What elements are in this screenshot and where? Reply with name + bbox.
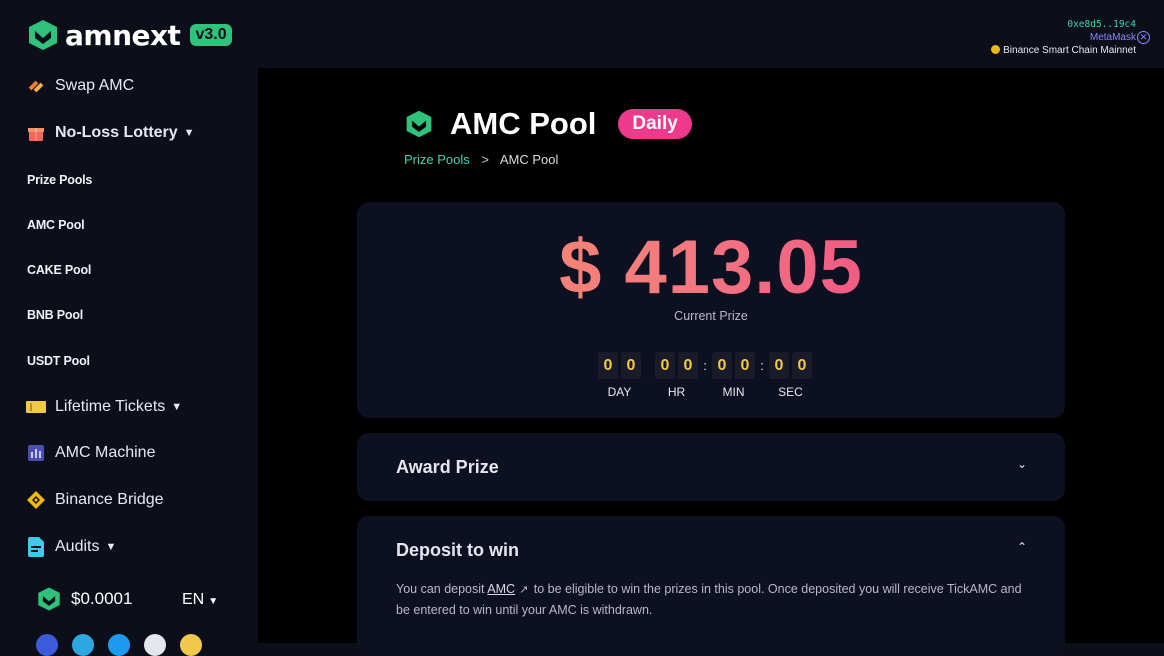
version-badge: v3.0 [190, 24, 232, 46]
countdown-spacer [641, 352, 655, 399]
pool-header: AMC Pool Daily [404, 106, 692, 142]
language-select[interactable]: EN ▼ [182, 591, 218, 609]
sidebar-sub-prize-pools[interactable]: Prize Pools [27, 173, 92, 187]
brand-name: amnext [65, 18, 181, 52]
countdown-label: SEC [778, 385, 803, 399]
amc-token-link[interactable]: AMC [487, 582, 515, 596]
amc-pool-icon [406, 110, 432, 138]
network-label: Binance Smart Chain Mainnet [991, 44, 1136, 57]
chevron-down-icon: ▼ [183, 127, 195, 139]
countdown-digit: 0 [735, 352, 755, 379]
award-prize-accordion[interactable]: Award Prize ⌄ [357, 433, 1065, 501]
sidebar-item-label: Audits [55, 538, 100, 555]
wallet-info[interactable]: 0xe8d5..19c4 MetaMask Binance Smart Chai… [991, 18, 1136, 57]
deposit-text-start: You can deposit [396, 582, 488, 596]
deposit-accordion[interactable]: Deposit to win ⌃ You can deposit AMC ↗ to… [357, 516, 1065, 656]
sidebar-sub-cake-pool[interactable]: CAKE Pool [27, 263, 91, 277]
chart-bars-icon [26, 443, 46, 463]
countdown-digit: 0 [712, 352, 732, 379]
document-icon [26, 537, 46, 557]
sidebar-item-binance-bridge[interactable]: Binance Bridge [26, 490, 164, 510]
breadcrumb: Prize Pools > AMC Pool [404, 152, 558, 167]
countdown-hr: 00 HR [655, 352, 698, 399]
chevron-down-icon: ▼ [171, 401, 183, 413]
countdown-label: MIN [722, 385, 745, 399]
token-price-value: $0.0001 [71, 589, 133, 608]
social-link-icon[interactable] [36, 634, 58, 656]
telegram-icon[interactable] [72, 634, 94, 656]
countdown-digit: 0 [792, 352, 812, 379]
token-price: $0.0001 [36, 586, 132, 612]
ticket-icon [26, 397, 46, 417]
breadcrumb-separator: > [481, 152, 489, 167]
deposit-title: Deposit to win [396, 540, 519, 560]
current-prize-label: Current Prize [674, 309, 748, 323]
sidebar-item-lottery[interactable]: No-Loss Lottery ▼ [26, 123, 195, 143]
award-prize-title: Award Prize [396, 457, 499, 477]
countdown-colon: : [760, 358, 764, 373]
chevron-down-icon: ▼ [105, 541, 117, 553]
sidebar-item-label: AMC Machine [55, 444, 156, 461]
sidebar: Swap AMC No-Loss Lottery ▼ Prize Pools A… [0, 68, 258, 656]
countdown-min: 00 MIN [712, 352, 755, 399]
binance-icon [26, 490, 46, 510]
sidebar-item-swap[interactable]: Swap AMC [26, 76, 134, 96]
coin-icon[interactable] [180, 634, 202, 656]
gift-icon [26, 123, 46, 143]
caret-down-icon: ▼ [208, 596, 219, 607]
language-value: EN [182, 591, 205, 608]
countdown-label: DAY [607, 385, 632, 399]
bnb-coin-icon [991, 45, 1001, 54]
medium-icon[interactable] [144, 634, 166, 656]
sidebar-sub-usdt-pool[interactable]: USDT Pool [27, 354, 90, 368]
amnext-logo-icon [29, 20, 57, 50]
disconnect-icon[interactable]: ✕ [1137, 31, 1150, 44]
sidebar-item-audits[interactable]: Audits ▼ [26, 537, 116, 557]
prize-card: $ 413.05 Current Prize 00 DAY 00 HR : 00… [357, 202, 1065, 418]
social-links [36, 634, 202, 656]
countdown-colon: : [703, 358, 707, 373]
main-content: AMC Pool Daily Prize Pools > AMC Pool $ … [258, 68, 1164, 656]
sidebar-sub-amc-pool[interactable]: AMC Pool [27, 218, 85, 232]
sidebar-item-label: No-Loss Lottery [55, 124, 178, 141]
chevron-down-icon[interactable]: ⌄ [1017, 457, 1027, 471]
countdown-label: HR [667, 385, 686, 399]
sidebar-item-amc-machine[interactable]: AMC Machine [26, 443, 155, 463]
twitter-icon[interactable] [108, 634, 130, 656]
swap-icon [26, 76, 46, 96]
countdown-digit: 0 [678, 352, 698, 379]
countdown-digit: 0 [769, 352, 789, 379]
sidebar-item-label: Binance Bridge [55, 491, 164, 508]
sidebar-item-lifetime-tickets[interactable]: Lifetime Tickets ▼ [26, 397, 182, 417]
countdown-digit: 0 [598, 352, 618, 379]
deposit-description: You can deposit AMC ↗ to be eligible to w… [396, 579, 1026, 620]
countdown-sec: 00 SEC [769, 352, 812, 399]
amnext-token-icon [38, 587, 60, 611]
pool-frequency-badge: Daily [618, 109, 692, 139]
chevron-up-icon[interactable]: ⌃ [1017, 540, 1027, 554]
countdown-day: 00 DAY [598, 352, 641, 399]
breadcrumb-current: AMC Pool [499, 152, 559, 167]
sidebar-sub-bnb-pool[interactable]: BNB Pool [27, 308, 83, 322]
page-title: AMC Pool [450, 106, 597, 141]
countdown-timer: 00 DAY 00 HR : 00 MIN : 00 SEC [598, 352, 812, 399]
wallet-address[interactable]: 0xe8d5..19c4 [991, 18, 1136, 31]
external-link-icon: ↗ [519, 584, 529, 596]
sidebar-item-label: Lifetime Tickets [55, 398, 166, 415]
sidebar-item-label: Swap AMC [55, 77, 135, 94]
countdown-digit: 0 [621, 352, 641, 379]
breadcrumb-prize-pools-link[interactable]: Prize Pools [404, 152, 470, 167]
brand[interactable]: amnext v3.0 [26, 18, 232, 52]
wallet-provider: MetaMask [1089, 32, 1136, 43]
countdown-digit: 0 [655, 352, 675, 379]
network-name: Binance Smart Chain Mainnet [1003, 45, 1136, 56]
current-prize-amount: $ 413.05 [357, 224, 1065, 311]
